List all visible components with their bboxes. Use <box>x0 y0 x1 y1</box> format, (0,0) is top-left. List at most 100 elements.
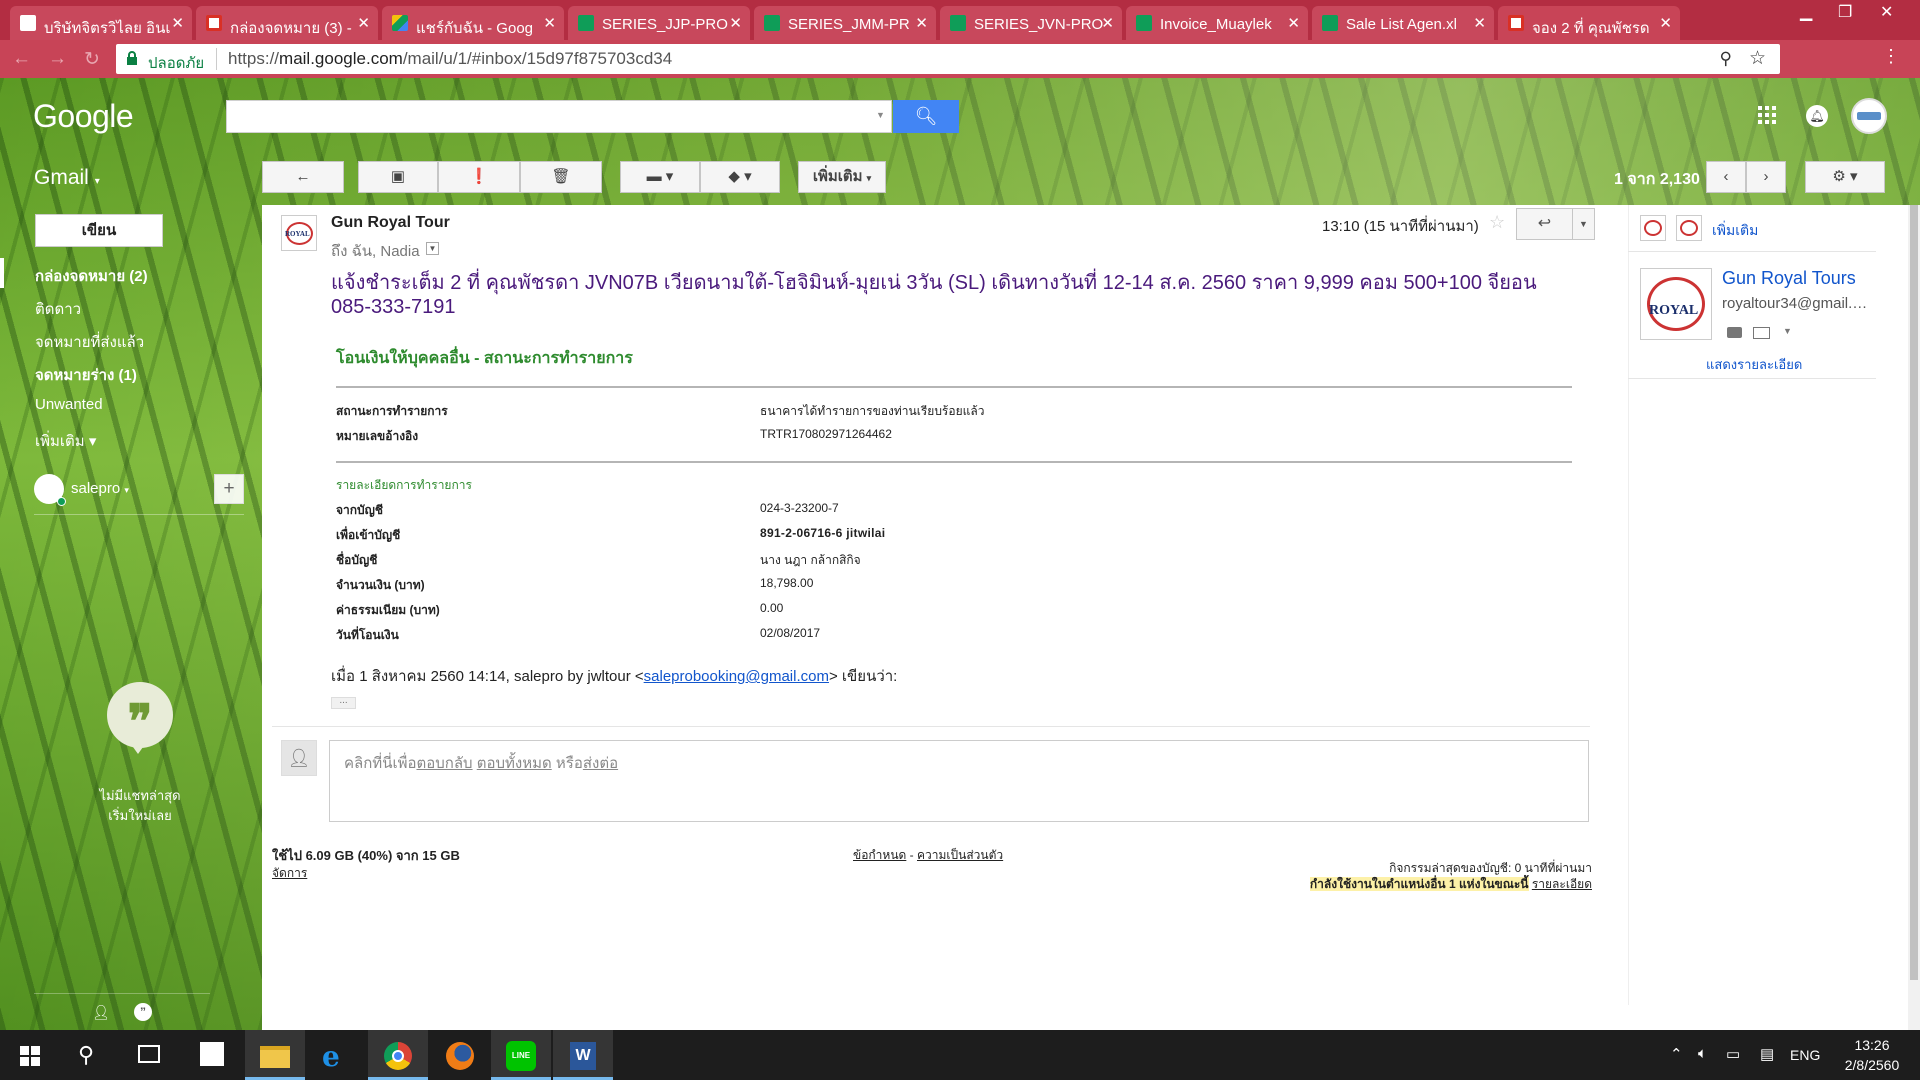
browser-tab-2[interactable]: กล่องจดหมาย (3) - ✕ <box>196 6 378 40</box>
reply-all-link[interactable]: ตอบทั้งหมด <box>477 755 552 772</box>
my-avatar: 👤︎ <box>281 740 317 776</box>
tab-close-icon[interactable]: ✕ <box>171 14 184 32</box>
task-view-icon[interactable] <box>138 1045 160 1063</box>
network-icon[interactable]: ▭ <box>1726 1045 1740 1063</box>
activity-details-link[interactable]: รายละเอียด <box>1532 877 1592 891</box>
scrollbar-thumb[interactable] <box>1910 205 1918 980</box>
window-close-icon[interactable]: ✕ <box>1880 2 1893 22</box>
language-indicator[interactable]: ENG <box>1790 1047 1820 1063</box>
restore-icon[interactable]: ❐ <box>1838 2 1852 22</box>
action-center-icon[interactable]: ▤ <box>1760 1045 1774 1063</box>
tab-close-icon[interactable]: ✕ <box>915 14 928 32</box>
labels-button[interactable]: ◆ ▾ <box>700 161 780 193</box>
tab-close-icon[interactable]: ✕ <box>357 14 370 32</box>
address-bar[interactable]: ปลอดภัย https://mail.google.com/mail/u/1… <box>116 44 1780 74</box>
line-app-icon: LINE <box>506 1041 536 1071</box>
sender-avatar[interactable]: ROYAL <box>281 215 317 251</box>
browser-tab-7[interactable]: Invoice_Muaylek ✕ <box>1126 6 1308 40</box>
browser-tab-active[interactable]: จอง 2 ที่ คุณพัชรด ✕ <box>1498 6 1680 40</box>
browser-tab-4[interactable]: SERIES_JJP-PRO ✕ <box>568 6 750 40</box>
chat-icon[interactable] <box>1727 327 1742 338</box>
browser-tab-8[interactable]: Sale List Agen.xl ✕ <box>1312 6 1494 40</box>
report-spam-button[interactable]: ❗ <box>438 161 520 193</box>
browser-menu-icon[interactable]: ⋮ <box>1882 46 1900 67</box>
forward-link[interactable]: ส่งต่อ <box>583 755 618 772</box>
tab-close-icon[interactable]: ✕ <box>1473 14 1486 32</box>
delete-button[interactable]: 🗑︎ <box>520 161 602 193</box>
minimize-icon[interactable]: ▁ <box>1800 2 1812 22</box>
bookmark-star-icon[interactable]: ☆ <box>1749 47 1766 70</box>
sender-name[interactable]: Gun Royal Tour <box>331 214 450 232</box>
nav-inbox[interactable]: กล่องจดหมาย (2) <box>35 264 148 288</box>
terms-link[interactable]: ข้อกำหนด <box>853 848 906 862</box>
contact-mini-avatar[interactable] <box>1676 215 1702 241</box>
tray-chevron-up-icon[interactable]: ⌃ <box>1670 1045 1683 1063</box>
taskbar-clock[interactable]: 13:26 2/8/2560 <box>1832 1035 1912 1075</box>
show-trimmed-content-button[interactable]: ... <box>331 696 356 709</box>
firefox-icon[interactable] <box>446 1042 474 1070</box>
volume-icon[interactable]: 🔈︎ <box>1698 1045 1707 1062</box>
browser-tab-6[interactable]: SERIES_JVN-PRO ✕ <box>940 6 1122 40</box>
quote-email-link[interactable]: saleprobooking@gmail.com <box>644 668 829 685</box>
forward-icon[interactable]: → <box>48 48 67 70</box>
zoom-icon[interactable]: ⚲ <box>1720 49 1732 69</box>
reply-button[interactable]: ↩ <box>1516 208 1573 240</box>
reload-icon[interactable]: ↻ <box>84 48 100 71</box>
notifications-icon[interactable]: 🔔︎ <box>1806 105 1828 127</box>
google-logo[interactable]: Google <box>33 98 134 135</box>
start-chat-link[interactable]: เริ่มใหม่เลย <box>90 805 190 826</box>
hangouts-icon[interactable]: ” <box>134 1003 152 1021</box>
more-contacts-link[interactable]: เพิ่มเติม <box>1712 220 1758 242</box>
manage-storage-link[interactable]: จัดการ <box>272 864 307 883</box>
more-actions-button[interactable]: เพิ่มเติม ▾ <box>798 161 886 193</box>
browser-tab-1[interactable]: บริษัทจิตรวิไลย อินเ ✕ <box>10 6 192 40</box>
nav-more[interactable]: เพิ่มเติม ▾ <box>35 429 96 453</box>
apps-grid-icon[interactable] <box>1758 106 1776 124</box>
search-input[interactable] <box>226 100 892 133</box>
windows-start-icon[interactable] <box>20 1046 40 1066</box>
back-to-inbox-button[interactable]: ← <box>262 161 344 193</box>
gmail-app-switcher[interactable]: Gmail ▾ <box>34 166 100 190</box>
contacts-icon[interactable]: 👤︎ <box>92 1004 110 1021</box>
contact-avatar[interactable]: ROYAL <box>1640 268 1712 340</box>
older-button[interactable]: › <box>1746 161 1786 193</box>
hangouts-user[interactable]: salepro ▾ <box>71 480 129 497</box>
star-icon[interactable]: ☆ <box>1489 212 1505 233</box>
store-icon[interactable] <box>200 1042 224 1066</box>
compose-button[interactable]: เขียน <box>35 214 163 247</box>
nav-sent[interactable]: จดหมายที่ส่งแล้ว <box>35 330 144 354</box>
tab-close-icon[interactable]: ✕ <box>543 14 556 32</box>
mail-icon[interactable] <box>1753 327 1770 339</box>
divider <box>1628 378 1876 379</box>
search-button[interactable]: 🔍︎ <box>893 100 959 133</box>
tab-close-icon[interactable]: ✕ <box>729 14 742 32</box>
taskbar-search-icon[interactable]: ⚲ <box>78 1042 94 1068</box>
url-text[interactable]: https://mail.google.com/mail/u/1/#inbox/… <box>228 49 672 69</box>
show-contact-details-link[interactable]: แสดงรายละเอียด <box>1706 354 1802 375</box>
reply-icon: ↩ <box>1537 215 1552 232</box>
back-icon[interactable]: ← <box>12 48 31 70</box>
account-avatar[interactable] <box>1851 98 1887 134</box>
contact-name[interactable]: Gun Royal Tours <box>1722 268 1856 289</box>
browser-tab-5[interactable]: SERIES_JMM-PR ✕ <box>754 6 936 40</box>
privacy-link[interactable]: ความเป็นส่วนตัว <box>917 848 1003 862</box>
search-options-icon[interactable]: ▼ <box>876 110 885 120</box>
new-chat-button[interactable]: + <box>214 474 244 504</box>
nav-drafts[interactable]: จดหมายร่าง (1) <box>35 363 137 387</box>
nav-starred[interactable]: ติดดาว <box>35 297 81 321</box>
browser-tab-3[interactable]: แชร์กับฉัน - Goog ✕ <box>382 6 564 40</box>
nav-unwanted[interactable]: Unwanted <box>35 396 103 413</box>
reply-link[interactable]: ตอบกลับ <box>416 755 472 772</box>
move-to-button[interactable]: ▬ ▾ <box>620 161 700 193</box>
archive-button[interactable]: ▣ <box>358 161 438 193</box>
message-more-button[interactable]: ▼ <box>1572 208 1595 240</box>
tab-close-icon[interactable]: ✕ <box>1659 14 1672 32</box>
newer-button[interactable]: ‹ <box>1706 161 1746 193</box>
tab-close-icon[interactable]: ✕ <box>1287 14 1300 32</box>
contact-mini-avatar[interactable] <box>1640 215 1666 241</box>
show-details-icon[interactable]: ▼ <box>426 242 439 255</box>
edge-icon[interactable]: e <box>322 1040 340 1073</box>
tab-close-icon[interactable]: ✕ <box>1101 14 1114 32</box>
settings-button[interactable]: ⚙ ▾ <box>1805 161 1885 193</box>
chevron-down-icon[interactable]: ▼ <box>1783 326 1792 336</box>
